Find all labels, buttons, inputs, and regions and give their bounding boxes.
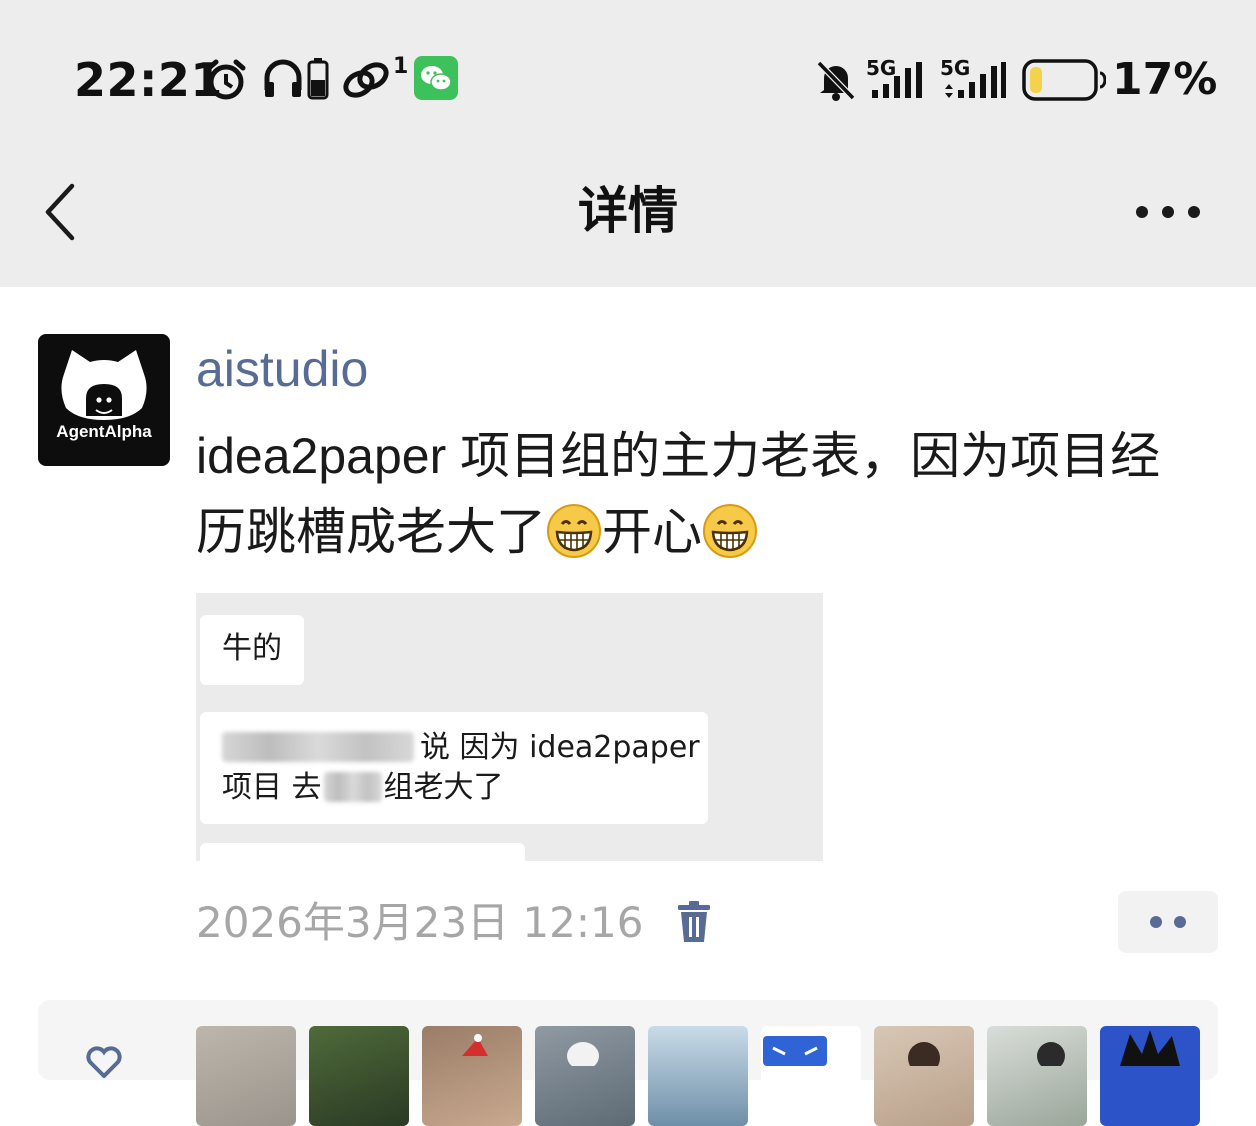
post-text-tail: 开心 [602,504,702,560]
chat-line: 说 因为 idea2paper [222,728,700,768]
battery-small-icon [307,58,329,100]
chat-line: 项目 去 组老大了 [222,768,686,808]
signal-icon [872,62,922,98]
comment-like-button[interactable] [1118,891,1218,953]
link-icon [343,62,389,98]
blue-box-icon [763,1036,827,1066]
alarm-icon [206,59,246,100]
page-title: 详情 [578,182,678,240]
like-avatar[interactable] [874,1026,974,1126]
avatar[interactable]: AgentAlpha [38,334,170,466]
cat-logo-icon [61,350,147,420]
anime-character-icon [1120,1030,1180,1066]
notification-badge: 1 [393,54,409,79]
like-avatar[interactable] [535,1026,635,1126]
blurred-text [323,772,382,802]
person-photo-icon [1037,1042,1065,1066]
like-avatar[interactable] [422,1026,522,1126]
like-avatar[interactable] [987,1026,1087,1126]
heart-icon [86,1046,122,1078]
status-time: 22:21 [74,53,223,107]
post-text: idea2paper 项目组的主力老表，因为项目经历跳槽成老大了 开心 [196,418,1206,570]
like-avatar[interactable] [648,1026,748,1126]
chat-bubble-partial [200,843,525,861]
battery-icon [1022,59,1106,101]
mute-bell-icon [816,60,856,101]
post-image[interactable]: 牛的 说 因为 idea2paper 项目 去 组老大了 [196,593,823,861]
sheep-icon [567,1042,599,1066]
blurred-text [222,732,414,762]
more-dots-icon [1150,916,1186,928]
chat-line-text: 项目 去 [222,770,322,805]
chat-bubble: 说 因为 idea2paper 项目 去 组老大了 [200,712,708,824]
like-avatar[interactable] [309,1026,409,1126]
like-avatar[interactable] [1100,1026,1200,1126]
battery-percent: 17% [1112,54,1218,105]
more-horizontal-icon[interactable] [1128,192,1208,232]
santa-hat-icon [462,1034,488,1056]
wechat-icon [414,56,458,100]
person-photo-icon [908,1042,940,1066]
author-name[interactable]: aistudio [196,338,368,400]
grinning-face-emoji [547,504,601,558]
grinning-face-emoji [703,504,757,558]
chat-line-text: 说 因为 idea2paper [420,730,700,765]
like-avatar[interactable] [761,1026,861,1126]
chat-bubble: 牛的 [200,615,304,685]
signal-icon-2 [945,62,1006,98]
trash-icon[interactable] [676,900,712,944]
avatar-logo-text: AgentAlpha [56,422,152,441]
like-avatar[interactable] [196,1026,296,1126]
headphones-icon [264,59,302,97]
chat-line-text: 组老大了 [383,770,504,805]
post-timestamp: 2026年3月23日 12:16 [196,898,644,947]
